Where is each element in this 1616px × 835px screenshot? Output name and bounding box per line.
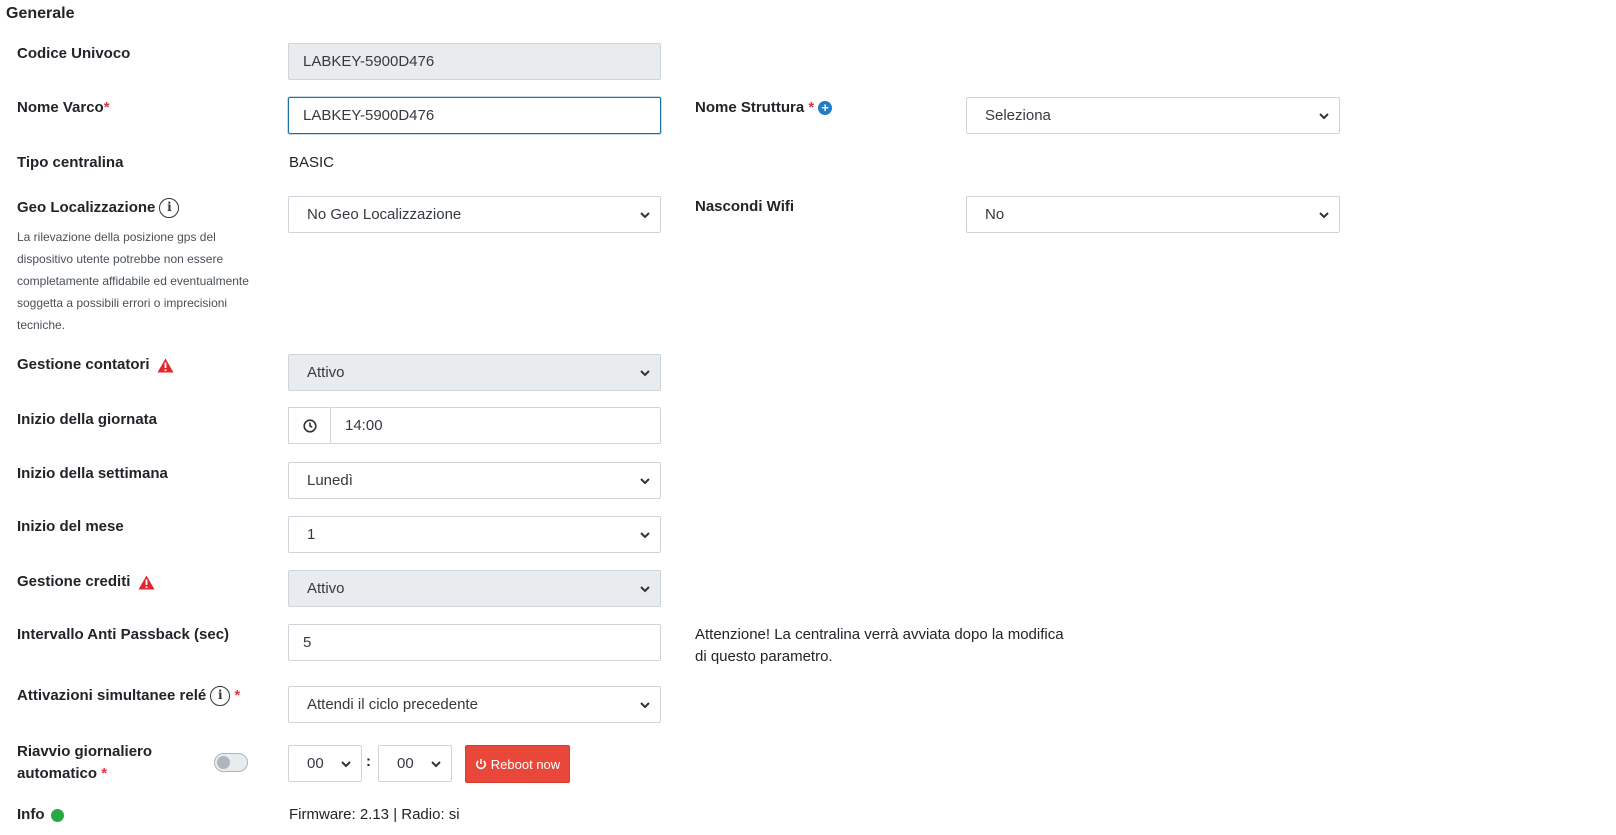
- nascondi-wifi-value: No: [985, 206, 1005, 223]
- gestione-crediti-value: Attivo: [307, 580, 345, 597]
- anti-passback-input[interactable]: 5: [288, 624, 661, 661]
- clock-icon: [302, 418, 317, 433]
- gestione-contatori-label: Gestione contatori: [17, 356, 174, 373]
- riavvio-label: Riavvio giornaliero automatico *: [17, 743, 153, 782]
- codice-label: Codice Univoco: [17, 45, 131, 62]
- clock-addon: [288, 407, 330, 444]
- riavvio-toggle[interactable]: [214, 753, 248, 772]
- info-circle-icon[interactable]: i: [210, 686, 231, 706]
- nome-struttura-select[interactable]: Seleziona: [966, 97, 1340, 134]
- geo-value: No Geo Localizzazione: [307, 206, 462, 223]
- inizio-mese-select[interactable]: 1: [288, 516, 661, 553]
- gestione-crediti-select[interactable]: Attivo: [288, 570, 661, 607]
- required-mark: *: [808, 99, 815, 116]
- riavvio-minute-select[interactable]: 00: [378, 745, 452, 782]
- riavvio-hour-select[interactable]: 00: [288, 745, 362, 782]
- nome-struttura-label: Nome Struttura * +: [695, 99, 833, 116]
- inizio-giornata-input[interactable]: 14:00: [330, 407, 661, 444]
- attivazioni-value: Attendi il ciclo precedente: [307, 696, 478, 713]
- info-value: Firmware: 2.13 | Radio: si: [289, 806, 460, 823]
- required-mark: *: [103, 99, 110, 116]
- toggle-knob: [217, 756, 230, 769]
- nome-struttura-value: Seleziona: [985, 107, 1051, 124]
- anti-passback-note: Attenzione! La centralina verrà avviata …: [695, 626, 1064, 665]
- tipo-centralina-label: Tipo centralina: [17, 154, 124, 171]
- anti-passback-label: Intervallo Anti Passback (sec): [17, 626, 230, 643]
- tipo-centralina-value: BASIC: [289, 154, 335, 171]
- riavvio-hour-value: 00: [307, 755, 324, 772]
- inizio-settimana-value: Lunedì: [307, 472, 353, 489]
- reboot-now-button[interactable]: Reboot now: [465, 745, 570, 783]
- inizio-giornata-label: Inizio della giornata: [17, 411, 158, 428]
- section-title: Generale: [6, 5, 75, 22]
- chevron-down-icon: [640, 369, 650, 376]
- nome-varco-input[interactable]: LABKEY-5900D476: [288, 97, 661, 134]
- attivazioni-select[interactable]: Attendi il ciclo precedente: [288, 686, 661, 723]
- gestione-contatori-select[interactable]: Attivo: [288, 354, 661, 391]
- riavvio-minute-value: 00: [397, 755, 414, 772]
- anti-passback-value: 5: [303, 634, 312, 651]
- attivazioni-label: Attivazioni simultanee relé i *: [17, 686, 240, 706]
- chevron-down-icon: [341, 760, 351, 767]
- nome-varco-label: Nome Varco*: [17, 99, 110, 116]
- inizio-mese-label: Inizio del mese: [17, 518, 124, 535]
- chevron-down-icon: [640, 531, 650, 538]
- required-mark: *: [234, 686, 241, 704]
- chevron-down-icon: [640, 477, 650, 484]
- nascondi-wifi-select[interactable]: No: [966, 196, 1340, 233]
- warning-triangle-icon: [157, 358, 174, 373]
- nome-varco-value: LABKEY-5900D476: [303, 107, 435, 124]
- chevron-down-icon: [640, 585, 650, 592]
- inizio-settimana-label: Inizio della settimana: [17, 465, 168, 482]
- codice-input[interactable]: LABKEY-5900D476: [288, 43, 661, 80]
- chevron-down-icon: [640, 211, 650, 218]
- info-circle-icon[interactable]: i: [159, 198, 180, 218]
- reboot-now-label: Reboot now: [490, 756, 561, 772]
- geo-select[interactable]: No Geo Localizzazione: [288, 196, 661, 233]
- geo-help-text: La rilevazione della posizione gps del d…: [17, 230, 249, 332]
- gestione-crediti-label: Gestione crediti: [17, 573, 155, 590]
- chevron-down-icon: [1319, 112, 1329, 119]
- power-icon: [475, 759, 486, 770]
- status-dot-icon: [50, 808, 64, 822]
- chevron-down-icon: [640, 701, 650, 708]
- inizio-giornata-value: 14:00: [345, 417, 383, 434]
- info-label: Info: [17, 806, 64, 823]
- nascondi-wifi-label: Nascondi Wifi: [695, 198, 795, 215]
- chevron-down-icon: [431, 760, 441, 767]
- warning-triangle-icon: [138, 575, 155, 590]
- time-separator: :: [366, 753, 371, 770]
- chevron-down-icon: [1319, 211, 1329, 218]
- codice-value: LABKEY-5900D476: [303, 53, 435, 70]
- geo-label: Geo Localizzazione i: [17, 198, 180, 218]
- inizio-mese-value: 1: [307, 526, 316, 543]
- gestione-contatori-value: Attivo: [307, 364, 345, 381]
- plus-circle-icon[interactable]: +: [818, 101, 833, 116]
- required-mark: *: [101, 765, 108, 782]
- inizio-settimana-select[interactable]: Lunedì: [288, 462, 661, 499]
